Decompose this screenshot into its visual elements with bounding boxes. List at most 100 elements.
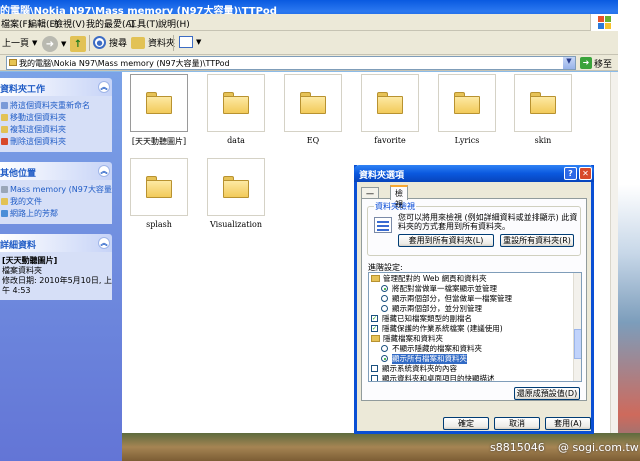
- checkbox-checked-icon[interactable]: ✓: [371, 325, 378, 332]
- move-icon: [1, 114, 8, 121]
- folder-icon: [146, 176, 172, 198]
- tree-item-label: 管理配對的 Web 網頁和資料夾: [383, 274, 487, 283]
- details-header[interactable]: 詳細資料 ︽: [0, 234, 112, 252]
- other-places-header[interactable]: 其他位置 ︽: [0, 162, 112, 180]
- folder-name: Lyrics: [454, 136, 480, 145]
- folder-icon: [223, 92, 249, 114]
- tree-item[interactable]: 顯示系統資料夾的內容: [369, 364, 574, 374]
- apply-to-all-folders-button[interactable]: 套用到所有資料夾(L): [398, 234, 494, 247]
- forward-button[interactable]: ➜ ▼: [42, 36, 66, 52]
- ok-button[interactable]: 確定: [443, 417, 489, 430]
- folder-name: favorite: [374, 136, 406, 145]
- folder-item[interactable]: data: [207, 74, 265, 146]
- details-title: 詳細資料: [0, 241, 37, 251]
- my-documents-link[interactable]: 我的文件: [0, 196, 112, 208]
- back-button[interactable]: 上一頁 ▼: [2, 36, 37, 50]
- folder-thumbnail: [438, 74, 496, 132]
- toolbar: 上一頁 ▼ ➜ ▼ ↑ ● 搜尋 資料夾 ▼: [0, 31, 618, 55]
- advanced-settings-tree[interactable]: 管理配對的 Web 網頁和資料夾 將配對當做單一檔案顯示並管理 顯示兩個部分，但…: [368, 272, 582, 382]
- network-places-link[interactable]: 網路上的芳鄰: [0, 208, 112, 220]
- details-body: [天天動聽圖片] 檔案資料夾 修改日期: 2010年5月10日, 上午 4:53: [0, 252, 112, 300]
- tree-scrollbar[interactable]: [573, 273, 581, 381]
- tree-item[interactable]: ✓ 隱藏已知檔案類型的副檔名: [369, 314, 574, 324]
- tree-item[interactable]: 不顯示隱藏的檔案和資料夾: [369, 344, 574, 354]
- collapse-chevron-icon[interactable]: ︽: [98, 165, 110, 177]
- checkbox-icon[interactable]: [371, 365, 378, 372]
- folder-views-group: 資料夾檢視 您可以將用來檢視 (例如詳細資料或並排顯示) 此資料夾的方式套用到所…: [367, 201, 581, 256]
- windows-flag-icon: [598, 16, 612, 29]
- folder-item[interactable]: EQ: [284, 74, 342, 146]
- menu-help[interactable]: 說明(H): [158, 17, 190, 30]
- folder-item[interactable]: favorite: [361, 74, 419, 146]
- documents-icon: [1, 198, 8, 205]
- my-documents-label: 我的文件: [10, 197, 42, 206]
- up-folder-button[interactable]: ↑: [70, 36, 86, 52]
- copy-folder-label: 複製這個資料夾: [10, 125, 66, 134]
- tree-scrollbar-thumb[interactable]: [574, 329, 581, 359]
- search-button[interactable]: ● 搜尋: [93, 36, 127, 49]
- desktop-background: [618, 0, 640, 461]
- tree-item[interactable]: 管理配對的 Web 網頁和資料夾: [369, 274, 574, 284]
- tree-item[interactable]: 將配對當做單一檔案顯示並管理: [369, 284, 574, 294]
- move-folder-link[interactable]: 移動這個資料夾: [0, 112, 112, 124]
- radio-selected-icon[interactable]: [381, 355, 388, 362]
- folders-button[interactable]: 資料夾: [131, 36, 175, 49]
- address-folder-icon: [9, 59, 17, 66]
- details-modified: 修改日期: 2010年5月10日, 上午 4:53: [2, 276, 112, 295]
- file-area-scrollbar[interactable]: [610, 72, 618, 433]
- folder-item[interactable]: Lyrics: [438, 74, 496, 146]
- folder-thumbnail: [130, 74, 188, 132]
- folder-item[interactable]: skin: [514, 74, 572, 146]
- tab-view[interactable]: 檢視: [390, 185, 408, 209]
- cancel-button[interactable]: 取消: [494, 417, 540, 430]
- collapse-chevron-icon[interactable]: ︽: [98, 81, 110, 93]
- tree-item[interactable]: ✓ 隱藏保護的作業系統檔案 (建議使用): [369, 324, 574, 334]
- radio-icon[interactable]: [381, 345, 388, 352]
- address-field[interactable]: 我的電腦\Nokia N97\Mass memory (N97大容量)\TTPo…: [6, 56, 576, 70]
- folder-item[interactable]: splash: [130, 158, 188, 230]
- folder-item[interactable]: Visualization: [207, 158, 265, 230]
- copy-icon: [1, 126, 8, 133]
- details-panel: 詳細資料 ︽ [天天動聽圖片] 檔案資料夾 修改日期: 2010年5月10日, …: [0, 234, 112, 300]
- drive-icon: [1, 186, 8, 193]
- radio-selected-icon[interactable]: [381, 285, 388, 292]
- delete-folder-link[interactable]: 刪除這個資料夾: [0, 136, 112, 148]
- tree-item[interactable]: 顯示資料夾和桌面項目的快顯描述: [369, 374, 574, 381]
- tree-item[interactable]: 隱藏檔案和資料夾: [369, 334, 574, 344]
- copy-folder-link[interactable]: 複製這個資料夾: [0, 124, 112, 136]
- menu-view[interactable]: 檢視(V): [54, 17, 85, 30]
- task-pane: 資料夾工作 ︽ 將這個資料夾重新命名 移動這個資料夾 複製這個資料夾 刪除這個資…: [0, 72, 122, 461]
- views-dropdown-icon[interactable]: ▼: [196, 38, 201, 46]
- tree-item[interactable]: 顯示兩個部分，但當做單一檔案管理: [369, 294, 574, 304]
- go-label: 移至: [594, 59, 613, 70]
- dialog-titlebar[interactable]: 資料夾選項 ? ✕: [354, 165, 594, 182]
- collapse-chevron-icon[interactable]: ︽: [98, 237, 110, 249]
- tree-item-label: 顯示兩個部分，但當做單一檔案管理: [392, 294, 512, 303]
- address-dropdown-icon[interactable]: ▼: [563, 57, 575, 69]
- menu-tools[interactable]: 工具(T): [128, 17, 159, 30]
- help-icon[interactable]: ?: [564, 167, 577, 180]
- views-button[interactable]: ▼: [179, 36, 201, 48]
- close-icon[interactable]: ✕: [579, 167, 592, 180]
- checkbox-icon[interactable]: [371, 375, 378, 381]
- restore-defaults-button[interactable]: 還原成預設值(D): [514, 387, 580, 400]
- folder-item[interactable]: [天天動聽圖片]: [130, 74, 188, 146]
- mass-memory-label: Mass memory (N97大容量): [10, 185, 112, 194]
- checkbox-checked-icon[interactable]: ✓: [371, 315, 378, 322]
- folder-views-description: 您可以將用來檢視 (例如詳細資料或並排顯示) 此資料夾的方式套用到所有資料夾。: [398, 213, 578, 231]
- tree-item-selected[interactable]: 顯示所有檔案和資料夾: [369, 354, 574, 364]
- radio-icon[interactable]: [381, 305, 388, 312]
- radio-icon[interactable]: [381, 295, 388, 302]
- menu-file[interactable]: 檔案(F): [1, 17, 31, 30]
- rename-folder-link[interactable]: 將這個資料夾重新命名: [0, 100, 112, 112]
- file-tasks-header[interactable]: 資料夾工作 ︽: [0, 78, 112, 96]
- folder-thumbnail: [514, 74, 572, 132]
- forward-dropdown-icon[interactable]: ▼: [61, 40, 66, 48]
- apply-button[interactable]: 套用(A): [545, 417, 591, 430]
- reset-all-folders-button[interactable]: 重設所有資料夾(R): [500, 234, 574, 247]
- go-button[interactable]: ➜ 移至: [580, 56, 612, 70]
- back-dropdown-icon[interactable]: ▼: [32, 39, 37, 47]
- tree-item[interactable]: 顯示兩個部分，並分別管理: [369, 304, 574, 314]
- folder-thumbnail: [130, 158, 188, 216]
- mass-memory-link[interactable]: Mass memory (N97大容量): [0, 184, 112, 196]
